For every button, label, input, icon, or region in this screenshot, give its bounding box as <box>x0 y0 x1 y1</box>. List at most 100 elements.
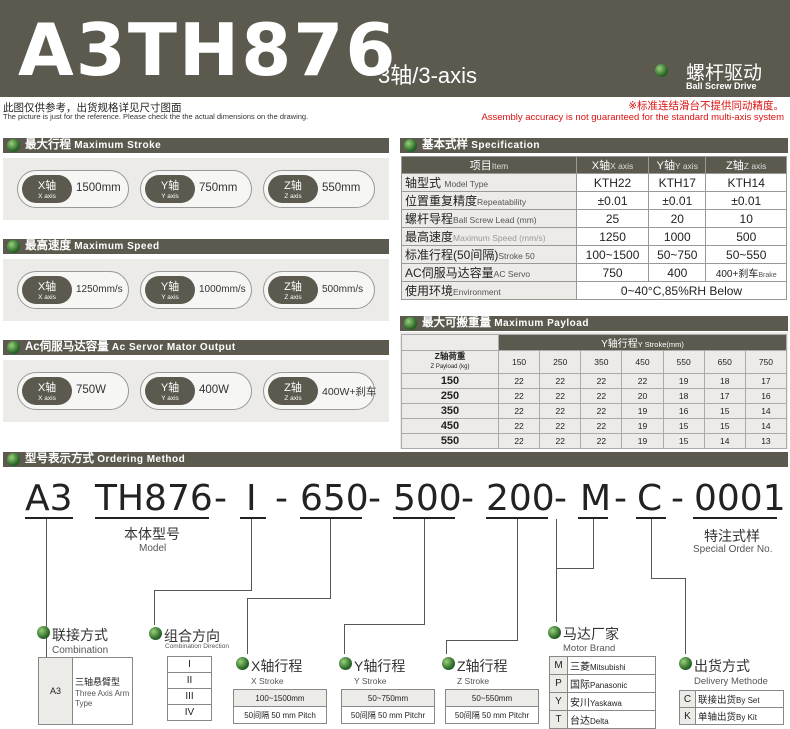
servo-value: 400W+刹车 <box>322 386 377 398</box>
axis-label-en: X axis <box>38 193 56 200</box>
cell: ±0.01 <box>705 191 787 210</box>
cell: 22 <box>539 418 582 434</box>
special-caption: 特注式样 <box>704 528 760 544</box>
reference-note-en: The picture is just for the reference. P… <box>3 112 309 121</box>
code-dash: - <box>461 478 474 519</box>
connector-line <box>247 598 331 599</box>
stroke-pitch: 50间隔 50 mm Pitchr <box>445 706 539 724</box>
spec-header-row: 项目Item X轴X axis Y轴Y axis Z轴Z axis <box>401 156 787 174</box>
globe-icon <box>7 139 20 152</box>
direction-table: I II III IV <box>167 656 212 721</box>
connector-line <box>424 519 425 625</box>
code-y-stroke: 500 <box>393 478 462 519</box>
cell: KTH14 <box>705 173 787 192</box>
servo-value: 400W <box>199 384 230 396</box>
motor-code: P <box>549 674 568 693</box>
cell: 22 <box>580 388 623 404</box>
cell: 14 <box>703 433 746 449</box>
code-dash: - <box>614 478 627 519</box>
combination-caption-en: Combination <box>52 645 109 656</box>
cell: 19 <box>662 373 705 389</box>
cell: 22 <box>497 418 541 434</box>
z-stroke-caption-en: Z Stroke <box>457 676 490 686</box>
cell: 13 <box>744 433 788 449</box>
row-label-en: Repeatability <box>477 197 527 207</box>
x-stroke-table: 100~1500mm 50间隔 50 mm Pitch <box>233 689 327 724</box>
col-header: 550 <box>662 350 705 374</box>
cell: ±0.01 <box>575 191 650 210</box>
connector-line <box>651 519 652 579</box>
axis-label: Y轴 <box>160 382 180 394</box>
stroke-pitch: 50间隔 50 mm Pitch <box>233 706 327 724</box>
table-row: 450 22 22 22 19 15 15 14 <box>401 418 788 434</box>
underline <box>240 517 266 519</box>
table-row: 标准行程(50间隔)Stroke 50 100~1500 50~750 50~550 <box>401 245 787 264</box>
cell: 20 <box>648 209 707 228</box>
globe-icon <box>655 64 668 77</box>
header-cell: Y轴 <box>656 160 675 172</box>
connector-line <box>247 598 248 654</box>
cell: 22 <box>580 403 623 419</box>
corner-cell <box>401 334 499 351</box>
section-bar-max-stroke: 最大行程 Maximum Stroke <box>3 138 389 153</box>
connector-line <box>556 519 557 622</box>
globe-icon <box>548 626 561 639</box>
table-row: 螺杆导程Ball Screw Lead (mm) 25 20 10 <box>401 209 787 228</box>
z-speed-pill: Z轴 Z axis 500mm/s <box>263 271 375 309</box>
combination-code: A3 <box>38 657 73 725</box>
cell: 25 <box>575 209 650 228</box>
axis-label: Y轴 <box>160 281 180 293</box>
motor-name-en: Panasonic <box>590 681 628 690</box>
z-header: Z轴荷重 <box>434 351 466 361</box>
row-label: 最高速度 <box>405 230 454 244</box>
direction-option: I <box>167 656 212 673</box>
axis-label: Z轴 <box>284 281 302 293</box>
motor-caption: 马达厂家 <box>563 626 619 642</box>
row-label: 螺杆导程 <box>405 212 454 226</box>
y-stroke-pill: Y轴 Y axis 750mm <box>140 170 252 208</box>
section-title-cn: 最高速度 <box>25 240 71 252</box>
row-label: 250 <box>401 388 499 404</box>
section-title-en: Maximum Speed <box>74 241 160 252</box>
motor-name: 三菱 <box>570 662 590 673</box>
table-row: 位置重复精度Repeatability ±0.01 ±0.01 ±0.01 <box>401 191 787 210</box>
axis-label: X轴 <box>37 180 57 192</box>
globe-icon <box>7 453 20 466</box>
motor-name-en: Delta <box>590 717 609 726</box>
y-speed-pill: Y轴 Y axis 1000mm/s <box>140 271 252 309</box>
cell: 22 <box>497 403 541 419</box>
delivery-caption-en: Delivery Methode <box>694 676 768 687</box>
z-stroke-table: 50~550mm 50间隔 50 mm Pitchr <box>445 689 539 724</box>
underline <box>25 517 73 519</box>
axis-label-en: X axis <box>38 294 56 301</box>
axis-label-en: Z axis <box>284 294 302 301</box>
delivery-caption: 出货方式 <box>694 658 750 674</box>
connector-line <box>446 640 447 654</box>
cell-en: Brake <box>758 272 777 279</box>
header-cell-en: Z axis <box>743 161 767 171</box>
cell: 22 <box>539 433 582 449</box>
cell: 15 <box>662 418 705 434</box>
axis-label-en: Y axis <box>161 395 179 402</box>
max-stroke-panel: X轴 X axis 1500mm Y轴 Y axis 750mm Z轴 Z axis … <box>3 158 389 220</box>
header-cell: 项目 <box>469 160 492 172</box>
code-motor: M <box>580 478 612 519</box>
accuracy-note-cn: ※标准连结滑台不提供同动精度。 <box>628 100 784 112</box>
motor-name-en: Mitsubishi <box>590 663 626 672</box>
code-model: TH876 <box>95 478 213 519</box>
globe-icon <box>37 626 50 639</box>
row-label-en: Maximum Speed (mm/s) <box>453 233 546 243</box>
table-row: 350 22 22 22 19 16 15 14 <box>401 403 788 419</box>
code-x-stroke: 650 <box>300 478 369 519</box>
connector-line <box>330 519 331 599</box>
table-row: 250 22 22 22 20 18 17 16 <box>401 388 788 404</box>
accuracy-note-en: Assembly accuracy is not guaranteed for … <box>481 112 784 123</box>
motor-name: 安川 <box>570 698 590 709</box>
cell: ±0.01 <box>648 191 707 210</box>
header-cell-en: Y axis <box>674 161 698 171</box>
x-stroke-caption: X轴行程 <box>251 658 303 674</box>
connector-line <box>154 590 155 625</box>
section-title-en: Specification <box>471 140 540 151</box>
cell: 16 <box>744 388 788 404</box>
motor-name-en: Yaskawa <box>590 699 622 708</box>
